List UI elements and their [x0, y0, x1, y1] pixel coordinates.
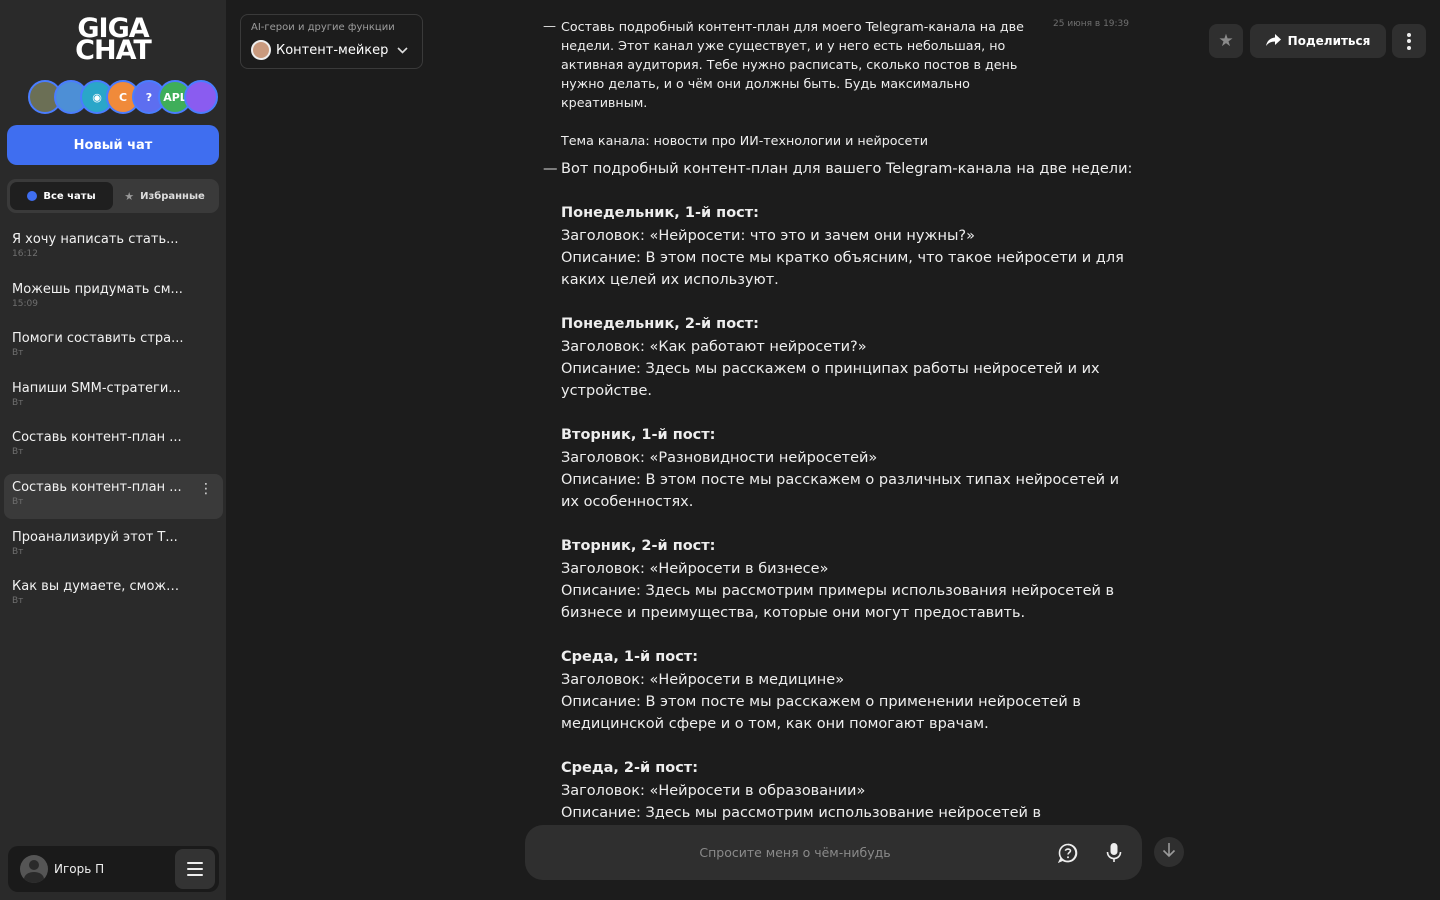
chat-title: Составь контент-план ... [12, 430, 182, 446]
post-block: Вторник, 2-й пост: Заголовок: «Нейросети… [561, 535, 1141, 624]
post-headline: Заголовок: «Нейросети в образовании» [561, 782, 866, 799]
message-area: — Составь подробный контент-план для мое… [543, 0, 1143, 826]
post-day: Среда, 2-й пост: [561, 760, 698, 777]
chat-time: 16:12 [12, 249, 38, 259]
post-day: Понедельник, 2-й пост: [561, 316, 759, 333]
post-day: Среда, 1-й пост: [561, 649, 698, 666]
mode-label: Контент-мейкер [276, 42, 389, 58]
post-description: Описание: В этом посте мы расскажем о пр… [561, 693, 1081, 732]
user-message-text: Составь подробный контент-план для моего… [561, 19, 1024, 110]
favorite-button[interactable]: ★ [1209, 24, 1243, 58]
post-day: Вторник, 1-й пост: [561, 427, 716, 444]
chat-title: Как вы думаете, сможе... [12, 579, 184, 595]
share-arrow-icon [1265, 33, 1281, 49]
user-message: — Составь подробный контент-план для мое… [543, 17, 1143, 150]
post-headline: Заголовок: «Нейросети: что это и зачем о… [561, 227, 975, 244]
post-block: Понедельник, 1-й пост: Заголовок: «Нейро… [561, 202, 1141, 291]
mode-selector[interactable]: AI-герои и другие функции Контент-мейкер [240, 14, 423, 69]
message-timestamp: 25 июня в 19:39 [1053, 19, 1129, 29]
chat-list-item[interactable]: Помоги составить стра... Вт [4, 325, 223, 370]
bot-intro: Вот подробный контент-план для вашего Te… [561, 161, 1133, 177]
post-block: Среда, 2-й пост: Заголовок: «Нейросети в… [561, 757, 1141, 824]
more-options-icon[interactable] [1392, 24, 1426, 58]
text-avatar[interactable] [184, 80, 218, 114]
chat-time: Вт [12, 447, 24, 458]
tab-all-chats-label: Все чаты [43, 190, 96, 202]
chat-list-item[interactable]: Я хочу написать стать... 16:12 [4, 226, 223, 271]
user-message-topic: Тема канала: новости про ИИ-технологии и… [561, 133, 928, 148]
post-headline: Заголовок: «Нейросети в бизнесе» [561, 560, 829, 577]
chat-list-item[interactable]: Составь контент-план ... Вт [4, 424, 223, 469]
sidebar: GIGA CHAT ◉ C? APL Новый чат Все чаты ★ Из… [0, 0, 226, 900]
chat-time: Вт [12, 596, 24, 607]
post-day: Понедельник, 1-й пост: [561, 205, 759, 222]
star-icon: ★ [1218, 31, 1234, 51]
tab-favorites-label: Избранные [140, 190, 205, 202]
chat-time: Вт [12, 348, 24, 359]
arrow-down-icon [1162, 842, 1176, 862]
message-input[interactable] [545, 825, 1045, 880]
share-button[interactable]: Поделиться [1250, 24, 1386, 58]
chat-title: Помоги составить стра... [12, 331, 184, 347]
chat-options-icon[interactable]: ⋮ [199, 482, 213, 496]
user-avatar-icon [20, 855, 48, 883]
post-headline: Заголовок: «Как работают нейросети?» [561, 338, 867, 355]
chat-list: Я хочу написать стать... 16:12 Можешь пр… [4, 226, 223, 623]
chat-list-item[interactable]: Можешь придумать см... 15:09 [4, 276, 223, 321]
star-icon: ★ [124, 189, 135, 203]
chat-bubble-icon [27, 191, 38, 201]
chat-time: Вт [12, 496, 24, 507]
chat-title: Я хочу написать стать... [12, 232, 179, 247]
user-panel[interactable]: Игорь П [8, 846, 219, 892]
tab-favorites[interactable]: ★ Избранные [113, 182, 216, 210]
hero-avatars[interactable]: ◉ C? APL [28, 80, 218, 114]
gigachat-logo[interactable]: GIGA CHAT [0, 15, 226, 66]
post-description: Описание: Здесь мы расскажем о принципах… [561, 360, 1100, 399]
post-description: Описание: В этом посте мы расскажем о ра… [561, 471, 1120, 510]
message-dash: — [543, 19, 556, 34]
bot-message: — Вот подробный контент-план для вашего … [543, 158, 1143, 824]
chat-list-item[interactable]: Как вы думаете, сможе... Вт [4, 573, 223, 618]
chevron-down-icon [397, 44, 408, 57]
menu-icon[interactable] [175, 849, 215, 889]
chat-title: Можешь придумать см... [12, 281, 183, 297]
chat-list-item[interactable]: Напиши SMM-стратеги... Вт [4, 375, 223, 420]
post-headline: Заголовок: «Нейросети в медицине» [561, 671, 845, 688]
post-description: Описание: Здесь мы рассмотрим использова… [561, 804, 1042, 821]
chat-title: Проанализируй этот Т... [12, 529, 178, 545]
chat-title: Напиши SMM-стратеги... [12, 380, 181, 396]
post-block: Вторник, 1-й пост: Заголовок: «Разновидн… [561, 424, 1141, 513]
chat-time: Вт [12, 546, 24, 557]
logo-line-2: CHAT [75, 35, 152, 66]
chat-list-item-active[interactable]: Составь контент-план ... Вт ⋮ [4, 473, 223, 519]
prompt-help-icon[interactable] [1057, 843, 1078, 864]
post-block: Понедельник, 2-й пост: Заголовок: «Как р… [561, 313, 1141, 402]
tab-all-chats[interactable]: Все чаты [10, 182, 113, 210]
scroll-down-button[interactable] [1154, 837, 1184, 867]
chat-time: 15:09 [12, 298, 38, 309]
message-composer [525, 825, 1142, 880]
new-chat-button[interactable]: Новый чат [7, 125, 219, 165]
share-label: Поделиться [1287, 34, 1371, 48]
mode-caption: AI-герои и другие функции [251, 22, 395, 33]
message-dash: — [543, 161, 558, 177]
chat-list-item[interactable]: Проанализируй этот Т... Вт [4, 524, 223, 569]
user-name: Игорь П [54, 862, 105, 876]
post-block: Среда, 1-й пост: Заголовок: «Нейросети в… [561, 646, 1141, 735]
post-description: Описание: Здесь мы рассмотрим примеры ис… [561, 582, 1115, 621]
content-maker-avatar [251, 40, 271, 60]
post-day: Вторник, 2-й пост: [561, 538, 716, 555]
chat-time: Вт [12, 397, 24, 408]
post-description: Описание: В этом посте мы кратко объясни… [561, 249, 1124, 288]
post-headline: Заголовок: «Разновидности нейросетей» [561, 449, 878, 466]
chat-title: Составь контент-план ... [12, 479, 182, 495]
microphone-icon[interactable] [1104, 842, 1124, 864]
chat-filter-tabs: Все чаты ★ Избранные [7, 179, 219, 213]
